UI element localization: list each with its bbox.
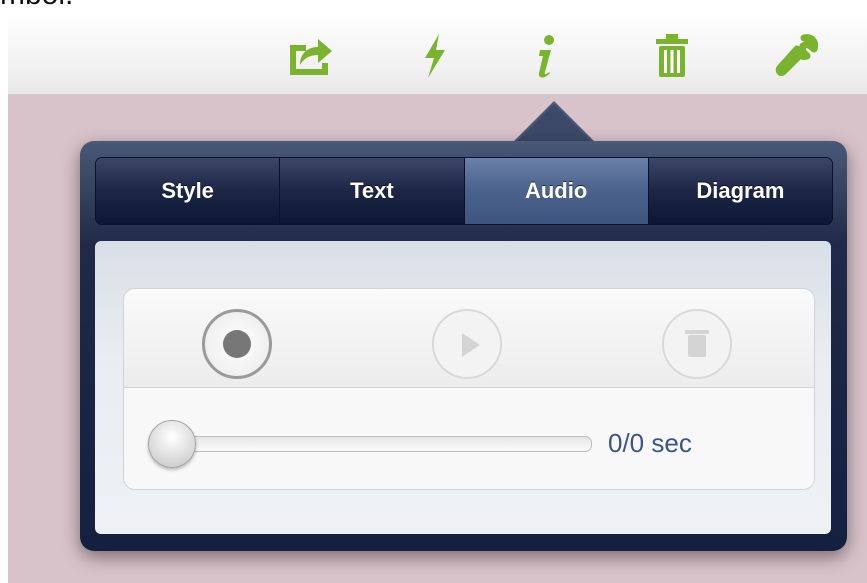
info-button[interactable] <box>518 28 574 84</box>
audio-time-label: 0/0 sec <box>608 428 692 458</box>
tab-diagram[interactable]: Diagram <box>648 158 832 224</box>
record-icon <box>223 330 251 358</box>
lightning-button[interactable] <box>406 28 462 84</box>
audio-buttons-row <box>124 289 814 388</box>
audio-progress-row: 0/0 sec <box>124 388 814 489</box>
info-popover: Style Text Audio Diagram 0/0 sec <box>80 141 847 551</box>
share-icon <box>290 39 332 75</box>
play-button[interactable] <box>432 309 502 379</box>
delete-icon-lid <box>685 330 709 334</box>
share-button[interactable] <box>282 28 338 84</box>
audio-panel: 0/0 sec <box>95 241 831 534</box>
wrench-icon <box>775 34 818 76</box>
popover-arrow-inner <box>515 104 593 143</box>
play-icon <box>462 333 480 357</box>
tab-style[interactable]: Style <box>96 158 281 224</box>
tab-segmented-control: Style Text Audio Diagram <box>95 157 833 225</box>
delete-audio-button[interactable] <box>662 309 732 379</box>
lightning-icon <box>425 34 445 78</box>
audio-progress-track[interactable] <box>172 436 592 452</box>
audio-controls-group: 0/0 sec <box>123 288 815 490</box>
trash-button[interactable] <box>644 28 700 84</box>
delete-icon <box>688 335 706 357</box>
info-icon <box>538 35 554 78</box>
trash-icon <box>656 34 688 77</box>
tab-text[interactable]: Text <box>280 158 465 224</box>
toolbar <box>8 10 867 95</box>
wrench-button[interactable] <box>768 28 824 84</box>
audio-progress-knob[interactable] <box>148 420 196 468</box>
record-button[interactable] <box>202 309 272 379</box>
tab-audio[interactable]: Audio <box>464 158 649 224</box>
